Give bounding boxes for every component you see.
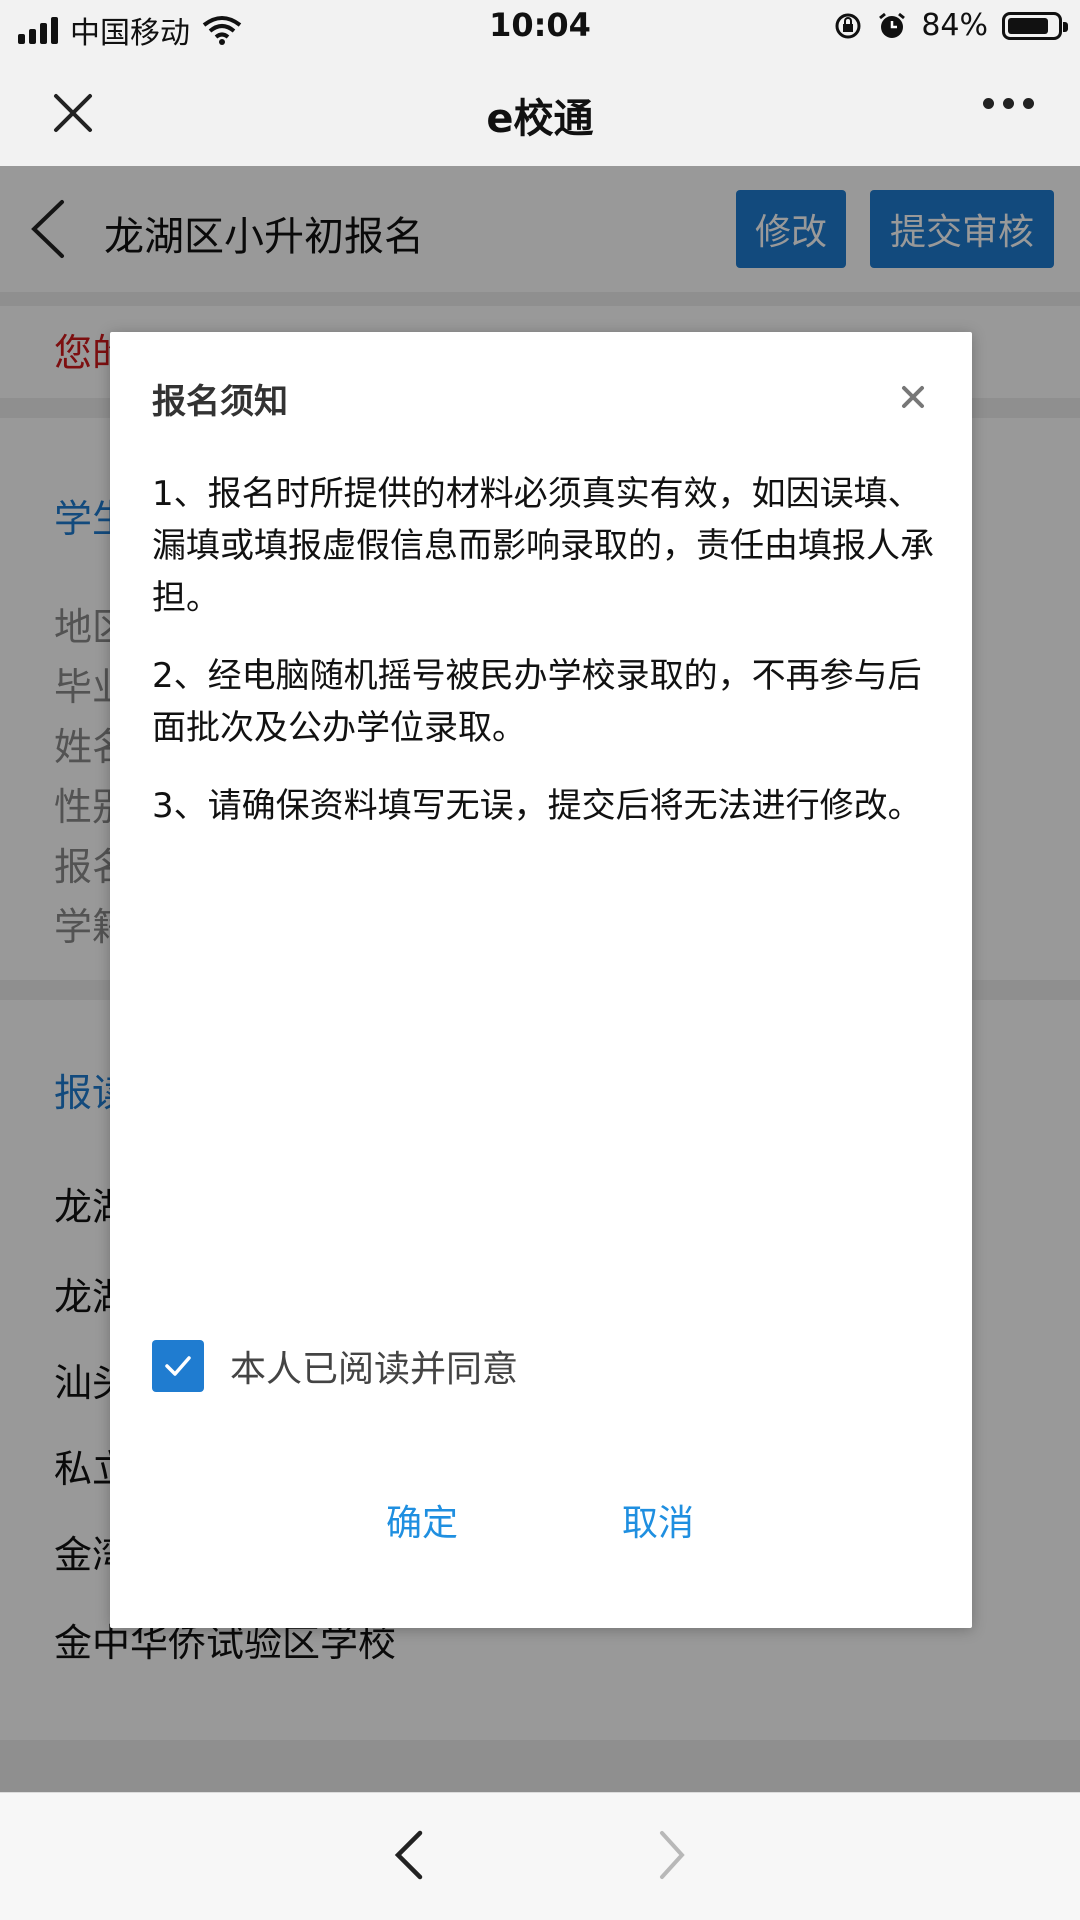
more-icon[interactable] (983, 98, 1034, 109)
check-icon (165, 1356, 191, 1376)
battery-icon (1002, 11, 1068, 40)
battery-fill (1008, 17, 1048, 34)
alarm-icon (879, 12, 906, 38)
dialog-close-icon[interactable] (900, 384, 926, 410)
nav-title: e校通 (486, 96, 594, 142)
status-bar: 中国移动 10:04 84% (0, 0, 1080, 58)
notice-dialog: 报名须知 1、报名时所提供的材料必须真实有效，如因误填、漏填或填报虚假信息而影响… (110, 332, 972, 1628)
back-arrow-icon[interactable] (390, 1827, 426, 1883)
battery-percent: 84% (921, 8, 988, 43)
agree-checkbox[interactable] (152, 1340, 204, 1392)
notice-item: 3、请确保资料填写无误，提交后将无法进行修改。 (152, 786, 922, 826)
bottom-toolbar (0, 1792, 1080, 1920)
rotation-lock-icon (835, 13, 861, 38)
notice-item: 2、经电脑随机摇号被民办学校录取的，不再参与后面批次及公办学位录取。 (152, 656, 922, 748)
confirm-button[interactable]: 确定 (386, 1494, 458, 1546)
notice-list: 1、报名时所提供的材料必须真实有效，如因误填、漏填或填报虚假信息而影响录取的，责… (152, 468, 942, 858)
dialog-title: 报名须知 (152, 382, 288, 422)
status-right: 84% (833, 8, 1068, 43)
forward-arrow-icon[interactable] (654, 1827, 690, 1883)
cancel-button[interactable]: 取消 (622, 1494, 694, 1546)
notice-item: 1、报名时所提供的材料必须真实有效，如因误填、漏填或填报虚假信息而影响录取的，责… (152, 474, 934, 618)
agree-label: 本人已阅读并同意 (230, 1349, 519, 1390)
agree-row[interactable]: 本人已阅读并同意 (152, 1340, 518, 1392)
nav-bar: e校通 (0, 58, 1080, 166)
